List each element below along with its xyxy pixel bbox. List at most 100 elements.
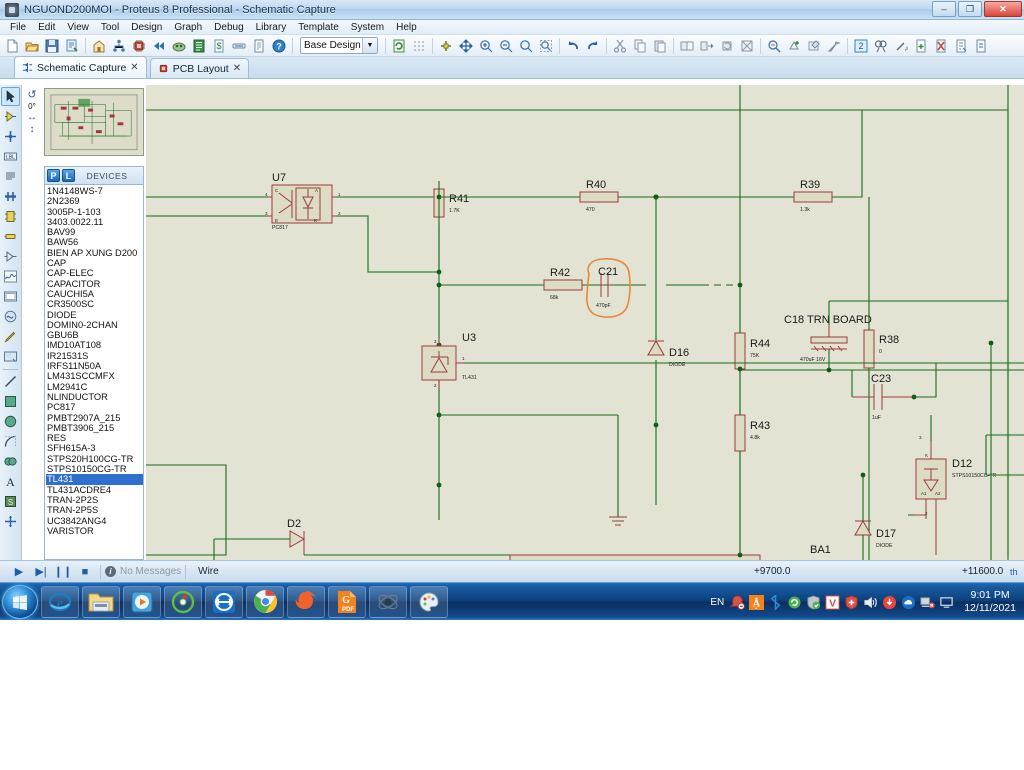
device-list-item[interactable]: PMBT2907A_215 xyxy=(46,413,143,423)
component-C23[interactable]: C23 1uF xyxy=(852,373,914,421)
component-BA1[interactable]: BA1 xyxy=(510,544,831,560)
media-player-icon[interactable] xyxy=(123,586,161,618)
internet-explorer-icon[interactable]: e xyxy=(41,586,79,618)
component-R38[interactable]: R38 0 xyxy=(864,330,899,368)
virtual-instrument-tool[interactable] xyxy=(1,347,20,366)
step-button[interactable]: ▶| xyxy=(30,563,52,581)
block-rotate-icon[interactable] xyxy=(718,37,736,55)
device-list-item[interactable]: UC3842ANG4 xyxy=(46,516,143,526)
clock-widget[interactable]: 9:01 PM 12/11/2021 xyxy=(964,589,1016,615)
make-device-icon[interactable] xyxy=(785,37,803,55)
menu-template[interactable]: Template xyxy=(292,21,345,34)
vlc-icon[interactable]: V xyxy=(825,595,840,610)
stop-button[interactable]: ■ xyxy=(74,563,96,581)
foxit-pdf-icon[interactable]: G PDF xyxy=(328,586,366,618)
mirror-x-icon[interactable]: ↔ xyxy=(27,112,37,123)
device-list-item[interactable]: GBU6B xyxy=(46,330,143,340)
paste-icon[interactable] xyxy=(651,37,669,55)
teamviewer-icon[interactable] xyxy=(205,586,243,618)
text-script-tool[interactable] xyxy=(1,167,20,186)
bus-tool[interactable] xyxy=(1,187,20,206)
component-R44[interactable]: R44 75K xyxy=(735,333,770,369)
device-list-item[interactable]: TL431ACDRE4 xyxy=(46,485,143,495)
open-icon[interactable] xyxy=(23,37,41,55)
voltage-probe-tool[interactable] xyxy=(1,327,20,346)
action-center-icon[interactable] xyxy=(730,595,745,610)
device-list-item[interactable]: IMD10AT108 xyxy=(46,340,143,350)
refresh-icon[interactable] xyxy=(390,37,408,55)
shield-icon[interactable] xyxy=(806,595,821,610)
cut-icon[interactable] xyxy=(611,37,629,55)
block-copy-icon[interactable] xyxy=(678,37,696,55)
device-list-item[interactable]: 3005P-1-103 xyxy=(46,207,143,217)
junction-dot-tool[interactable] xyxy=(1,127,20,146)
start-button[interactable] xyxy=(2,585,38,619)
component-D12[interactable]: K A1 A2 3 2 D12 STPS10150CG-TR xyxy=(916,435,997,555)
save-icon[interactable] xyxy=(43,37,61,55)
tab-schematic-capture[interactable]: Schematic Capture ✕ xyxy=(14,56,147,78)
origin-icon[interactable] xyxy=(437,37,455,55)
terminals-mode-tool[interactable] xyxy=(1,227,20,246)
block-delete-icon[interactable] xyxy=(738,37,756,55)
menu-graph[interactable]: Graph xyxy=(168,21,208,34)
windows-explorer-icon[interactable] xyxy=(82,586,120,618)
menu-design[interactable]: Design xyxy=(125,21,168,34)
component-D2[interactable]: D2 xyxy=(287,518,304,555)
device-pin-tool[interactable] xyxy=(1,247,20,266)
network-icon[interactable] xyxy=(920,595,935,610)
device-list-item[interactable]: RES xyxy=(46,433,143,443)
text-tool[interactable]: A xyxy=(1,472,20,491)
bom-icon[interactable] xyxy=(190,37,208,55)
ground-symbol[interactable] xyxy=(609,415,627,525)
sync-icon[interactable] xyxy=(787,595,802,610)
firefox-icon[interactable] xyxy=(287,586,325,618)
subcircuit-tool[interactable] xyxy=(1,207,20,226)
antivirus-icon[interactable] xyxy=(844,595,859,610)
goto-sheet-icon[interactable] xyxy=(952,37,970,55)
minimize-button[interactable]: – xyxy=(932,1,956,17)
redo-icon[interactable] xyxy=(584,37,602,55)
bluetooth-icon[interactable] xyxy=(768,595,783,610)
component-R40[interactable]: R40 470 xyxy=(580,179,618,213)
device-list-item[interactable]: 1N4148WS-7 xyxy=(46,186,143,196)
nero-icon[interactable] xyxy=(164,586,202,618)
idm-icon[interactable] xyxy=(882,595,897,610)
design-combo[interactable]: Base Design ▼ xyxy=(300,37,378,54)
component-D16[interactable]: D16 DIODE xyxy=(648,341,689,368)
device-list-item[interactable]: CAP-ELEC xyxy=(46,268,143,278)
menu-tool[interactable]: Tool xyxy=(95,21,125,34)
schematic-drawing[interactable]: 4 3 1 2 C E A K U7 PC817 xyxy=(146,85,1024,560)
pan-icon[interactable] xyxy=(457,37,475,55)
paint-icon[interactable] xyxy=(410,586,448,618)
device-list-item[interactable]: CAUCHI5A xyxy=(46,289,143,299)
box-tool[interactable] xyxy=(1,392,20,411)
component-R39[interactable]: R39 1.3k xyxy=(794,179,832,213)
menu-library[interactable]: Library xyxy=(250,21,293,34)
device-list-item[interactable]: SFH615A-3 xyxy=(46,443,143,453)
device-list-item[interactable]: PC817 xyxy=(46,402,143,412)
volume-icon[interactable] xyxy=(863,595,878,610)
device-list-item[interactable]: PMBT3906_215 xyxy=(46,423,143,433)
device-list-item[interactable]: STPS10150CG-TR xyxy=(46,464,143,474)
device-list-item[interactable]: DIODE xyxy=(46,310,143,320)
selection-mode-tool[interactable] xyxy=(1,87,20,106)
zoom-out-icon[interactable] xyxy=(497,37,515,55)
report-icon[interactable] xyxy=(250,37,268,55)
device-list-item[interactable]: BAV99 xyxy=(46,227,143,237)
cloud-icon[interactable] xyxy=(901,595,916,610)
proteus-icon[interactable] xyxy=(369,586,407,618)
pcb-icon[interactable] xyxy=(130,37,148,55)
zoom-sheet-icon[interactable] xyxy=(972,37,990,55)
zoom-in-icon[interactable] xyxy=(477,37,495,55)
component-U7[interactable]: 4 3 1 2 C E A K U7 PC817 xyxy=(265,172,341,231)
back-icon[interactable] xyxy=(150,37,168,55)
device-list-item[interactable]: IRFS11N50A xyxy=(46,361,143,371)
search-tag-icon[interactable] xyxy=(872,37,890,55)
home-icon[interactable] xyxy=(90,37,108,55)
new-icon[interactable] xyxy=(3,37,21,55)
zoom-area-icon[interactable] xyxy=(537,37,555,55)
grid-icon[interactable] xyxy=(410,37,428,55)
menu-view[interactable]: View xyxy=(61,21,95,34)
play-button[interactable]: ▶ xyxy=(8,563,30,581)
device-list-item[interactable]: TRAN-2P2S xyxy=(46,495,143,505)
